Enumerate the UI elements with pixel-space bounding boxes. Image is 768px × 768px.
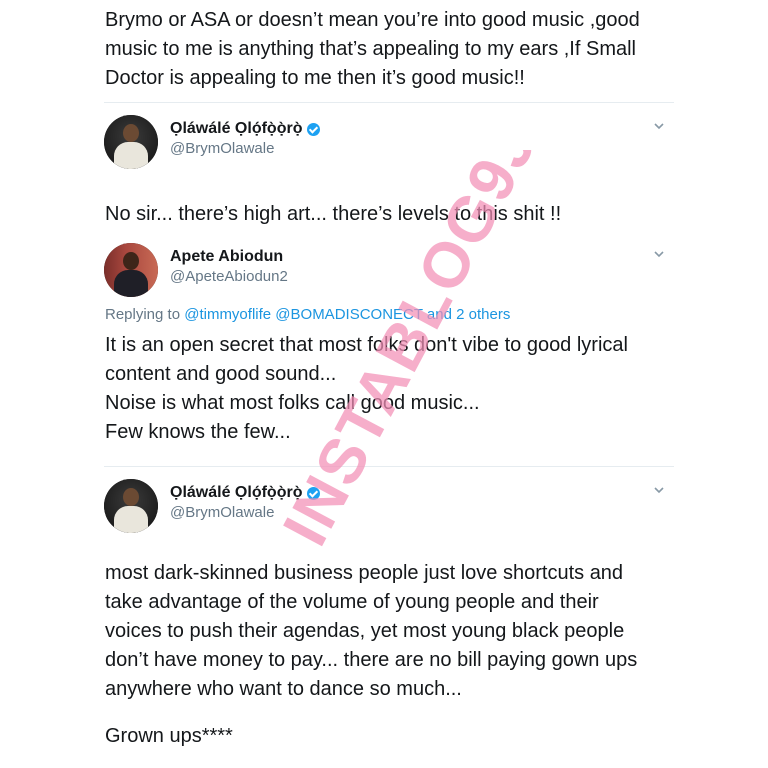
tweet-text-line: most dark-skinned business people just l… — [105, 562, 624, 584]
tweet-text-line: voices to push their agendas, yet most y… — [105, 620, 625, 642]
tweet-text: most dark-skinned business people just l… — [105, 559, 637, 704]
tweet-text-line: content and good sound... — [105, 363, 337, 385]
user-handle[interactable]: @BrymOlawale — [170, 139, 320, 159]
avatar[interactable] — [104, 115, 158, 169]
avatar[interactable] — [104, 243, 158, 297]
avatar[interactable] — [104, 479, 158, 533]
tweet-header: Ọláwálé Ọlọ́fọ̀ọ̀rọ̀ @BrymOlawale — [104, 479, 674, 535]
tweet-text-line: Brymo or ASA or doesn’t mean you’re into… — [105, 9, 640, 31]
tweet-thread-screenshot: Brymo or ASA or doesn’t mean you’re into… — [0, 0, 768, 768]
tweet-text-line: No sir... there’s high art... there’s le… — [105, 203, 562, 225]
tweet-text-line: take advantage of the volume of young pe… — [105, 591, 599, 613]
divider — [104, 466, 674, 467]
top-tweet-text: Brymo or ASA or doesn’t mean you’re into… — [105, 6, 680, 93]
replying-to: Replying to @timmyoflife @BOMADISCONECT … — [105, 306, 511, 323]
tweet-text-line: It is an open secret that most folks don… — [105, 334, 628, 356]
tweet-text-line: Few knows the few... — [105, 421, 291, 443]
tweet-text-line: anywhere who want to dance so much... — [105, 678, 462, 700]
tweet-text-line: music to me is anything that’s appealing… — [105, 38, 636, 60]
user-handle[interactable]: @ApeteAbiodun2 — [170, 267, 288, 287]
user-handle[interactable]: @BrymOlawale — [170, 503, 320, 523]
tweet-text: It is an open secret that most folks don… — [105, 331, 628, 447]
tweet-text-line: don’t have money to pay... there are no … — [105, 649, 638, 671]
divider — [104, 102, 674, 103]
verified-icon — [307, 486, 321, 500]
tweet-text-line: Noise is what most folks call good music… — [105, 392, 480, 414]
chevron-down-icon[interactable] — [652, 483, 666, 497]
display-name[interactable]: Apete Abiodun — [170, 247, 288, 267]
tweet-text-line: Doctor is appealing to me then it’s good… — [105, 67, 525, 89]
verified-icon — [307, 122, 321, 136]
display-name[interactable]: Ọláwálé Ọlọ́fọ̀ọ̀rọ̀ — [170, 483, 321, 503]
tweet-text-extra: Grown ups**** — [105, 725, 233, 747]
mention-links[interactable]: @timmyoflife @BOMADISCONECT and 2 others — [184, 306, 510, 323]
chevron-down-icon[interactable] — [652, 247, 666, 261]
display-name[interactable]: Ọláwálé Ọlọ́fọ̀ọ̀rọ̀ — [170, 119, 321, 139]
tweet-text: No sir... there’s high art... there’s le… — [105, 200, 561, 229]
tweet-header: Apete Abiodun @ApeteAbiodun2 — [104, 243, 674, 299]
chevron-down-icon[interactable] — [652, 119, 666, 133]
tweet-header: Ọláwálé Ọlọ́fọ̀ọ̀rọ̀ @BrymOlawale — [104, 115, 674, 171]
